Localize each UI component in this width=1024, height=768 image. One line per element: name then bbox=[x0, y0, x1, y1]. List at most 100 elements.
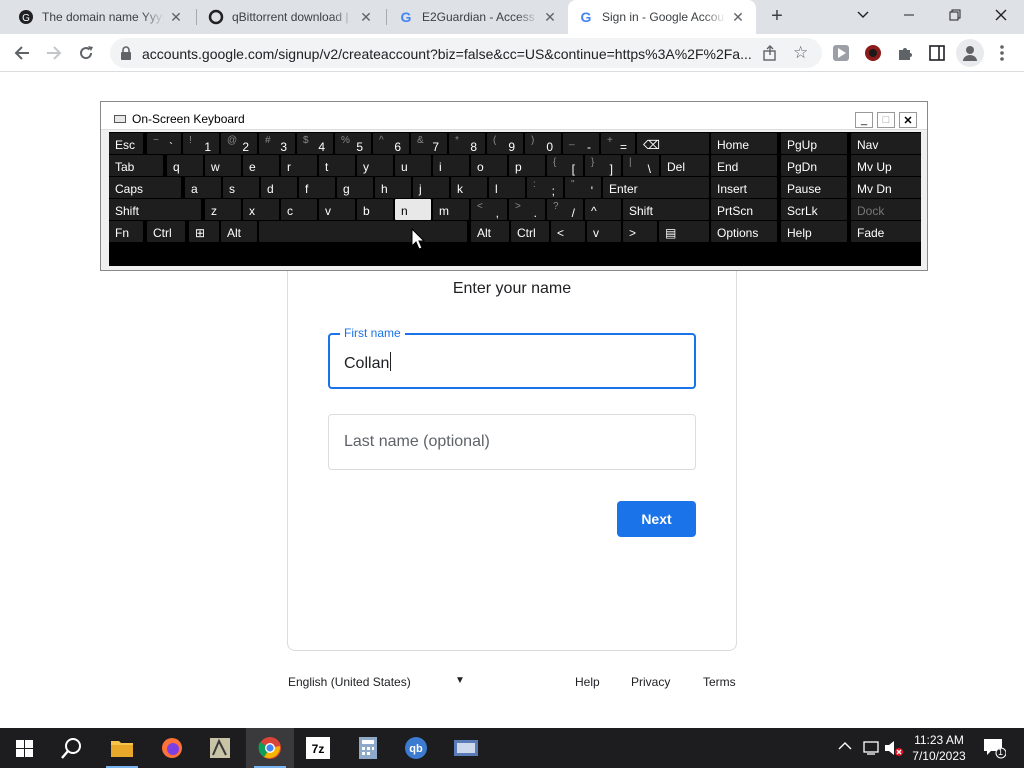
privacy-link[interactable]: Privacy bbox=[631, 675, 670, 689]
tab-google-signin[interactable]: G Sign in - Google Accou ✕ bbox=[568, 0, 756, 34]
key-d[interactable]: d bbox=[261, 177, 297, 198]
key-symbol[interactable]: >. bbox=[509, 199, 545, 220]
notifications-button[interactable]: 1 bbox=[982, 737, 1007, 762]
new-tab-button[interactable]: + bbox=[766, 6, 788, 27]
key-v[interactable]: v bbox=[319, 199, 355, 220]
key-t[interactable]: t bbox=[319, 155, 355, 176]
key-shift[interactable]: Shift bbox=[623, 199, 709, 220]
restore-button[interactable] bbox=[932, 0, 978, 30]
key-g[interactable]: g bbox=[337, 177, 373, 198]
key-9[interactable]: (9 bbox=[487, 133, 523, 154]
key-symbol[interactable]: | \ bbox=[623, 155, 659, 176]
key-backspace[interactable]: ⌫ bbox=[637, 133, 709, 154]
next-button[interactable]: Next bbox=[617, 501, 696, 537]
volume-muted-icon[interactable] bbox=[884, 739, 904, 760]
help-link[interactable]: Help bbox=[575, 675, 600, 689]
address-bar[interactable]: accounts.google.com/signup/v2/createacco… bbox=[110, 38, 822, 68]
key-2[interactable]: @2 bbox=[221, 133, 257, 154]
extension-icon[interactable] bbox=[864, 44, 882, 67]
first-name-field[interactable]: First name Collan bbox=[328, 326, 696, 389]
show-hidden-icons-icon[interactable] bbox=[838, 739, 852, 754]
key-7[interactable]: & 7 bbox=[411, 133, 447, 154]
minimize-button[interactable] bbox=[886, 0, 932, 30]
search-button[interactable] bbox=[48, 728, 96, 768]
key-w[interactable]: w bbox=[205, 155, 241, 176]
firefox-button[interactable] bbox=[148, 728, 196, 768]
key-pgdn[interactable]: PgDn bbox=[781, 155, 847, 176]
key-insert[interactable]: Insert bbox=[711, 177, 777, 198]
key-n[interactable]: n bbox=[395, 199, 431, 220]
key-y[interactable]: y bbox=[357, 155, 393, 176]
key-del[interactable]: Del bbox=[661, 155, 709, 176]
key-right-arrow[interactable]: > bbox=[623, 221, 657, 242]
key-symbol[interactable]: {[ bbox=[547, 155, 583, 176]
key-4[interactable]: $4 bbox=[297, 133, 333, 154]
close-icon[interactable]: ✕ bbox=[730, 9, 746, 25]
key-menu[interactable]: ▤ bbox=[659, 221, 709, 242]
key-left-arrow[interactable]: < bbox=[551, 221, 585, 242]
dropdown-arrow-icon[interactable]: ▼ bbox=[455, 675, 465, 686]
key-pause[interactable]: Pause bbox=[781, 177, 847, 198]
key-mv-dn[interactable]: Mv Dn bbox=[851, 177, 921, 198]
key-i[interactable]: i bbox=[433, 155, 469, 176]
tab-search-button[interactable] bbox=[840, 0, 886, 30]
close-icon[interactable]: ✕ bbox=[168, 9, 184, 25]
key-alt[interactable]: Alt bbox=[471, 221, 509, 242]
media-extension-icon[interactable] bbox=[832, 44, 850, 67]
key-h[interactable]: h bbox=[375, 177, 411, 198]
close-icon[interactable]: ✕ bbox=[358, 9, 374, 25]
app-button[interactable] bbox=[196, 728, 244, 768]
key-0[interactable]: ) 0 bbox=[525, 133, 561, 154]
osk-minimize-button[interactable]: _ bbox=[855, 112, 873, 128]
key-fade[interactable]: Fade bbox=[851, 221, 921, 242]
key-esc[interactable]: Esc bbox=[109, 133, 143, 154]
key-symbol[interactable]: _ - bbox=[563, 133, 599, 154]
key-symbol[interactable]: ~ ` bbox=[147, 133, 181, 154]
forward-button[interactable] bbox=[41, 40, 67, 66]
osk-maximize-button[interactable]: □ bbox=[877, 112, 895, 128]
7zip-button[interactable]: 7z bbox=[294, 728, 342, 768]
key-r[interactable]: r bbox=[281, 155, 317, 176]
lock-icon[interactable] bbox=[120, 46, 132, 65]
key-e[interactable]: e bbox=[243, 155, 279, 176]
key-end[interactable]: End bbox=[711, 155, 777, 176]
key-b[interactable]: b bbox=[357, 199, 393, 220]
key-symbol[interactable]: :; bbox=[527, 177, 563, 198]
close-icon[interactable]: ✕ bbox=[542, 9, 558, 25]
first-name-input-value[interactable]: Collan bbox=[344, 352, 392, 373]
key-fn[interactable]: Fn bbox=[109, 221, 143, 242]
language-select[interactable]: English (United States) bbox=[288, 675, 411, 689]
key-mv-up[interactable]: Mv Up bbox=[851, 155, 921, 176]
key-dock[interactable]: Dock bbox=[851, 199, 921, 220]
key-l[interactable]: l bbox=[489, 177, 525, 198]
share-icon[interactable] bbox=[762, 45, 778, 66]
control-panel-button[interactable] bbox=[442, 728, 490, 768]
qbittorrent-button[interactable]: qb bbox=[392, 728, 440, 768]
bookmark-star-icon[interactable]: ☆ bbox=[793, 44, 808, 61]
key-ctrl[interactable]: Ctrl bbox=[147, 221, 185, 242]
key-x[interactable]: x bbox=[243, 199, 279, 220]
key-8[interactable]: * 8 bbox=[449, 133, 485, 154]
key-home[interactable]: Home bbox=[711, 133, 777, 154]
system-clock[interactable]: 11:23 AM 7/10/2023 bbox=[906, 732, 972, 764]
key-6[interactable]: ^ 6 bbox=[373, 133, 409, 154]
key-nav[interactable]: Nav bbox=[851, 133, 921, 154]
key-u[interactable]: u bbox=[395, 155, 431, 176]
key-options[interactable]: Options bbox=[711, 221, 777, 242]
side-panel-icon[interactable] bbox=[928, 44, 946, 67]
key-prtscn[interactable]: PrtScn bbox=[711, 199, 777, 220]
key-s[interactable]: s bbox=[223, 177, 259, 198]
file-explorer-button[interactable] bbox=[98, 728, 146, 768]
key-1[interactable]: ! 1 bbox=[183, 133, 219, 154]
key-symbol[interactable]: }] bbox=[585, 155, 621, 176]
network-icon[interactable] bbox=[862, 740, 880, 759]
start-button[interactable] bbox=[0, 728, 48, 768]
key-z[interactable]: z bbox=[205, 199, 241, 220]
tab-domain-name[interactable]: G The domain name Yyyy ✕ bbox=[8, 0, 194, 34]
key-tab[interactable]: Tab bbox=[109, 155, 163, 176]
close-window-button[interactable] bbox=[978, 0, 1024, 30]
key-3[interactable]: #3 bbox=[259, 133, 295, 154]
key-p[interactable]: p bbox=[509, 155, 545, 176]
key-symbol[interactable]: ? / bbox=[547, 199, 583, 220]
key-ctrl[interactable]: Ctrl bbox=[511, 221, 549, 242]
